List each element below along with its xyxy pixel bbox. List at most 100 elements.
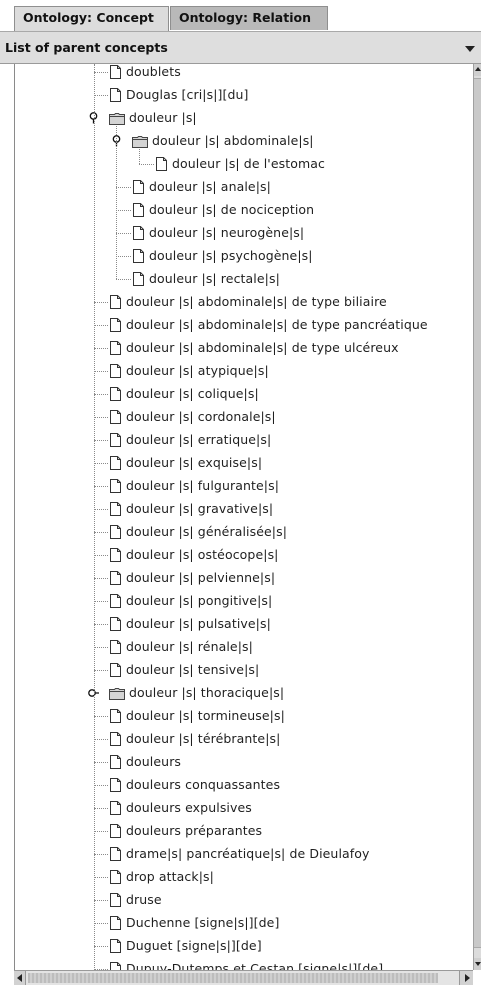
tree-row[interactable]: drop attack|s|	[15, 866, 470, 889]
tree-item-label[interactable]: douleur |s| colique|s|	[126, 386, 259, 401]
tree-row[interactable]: douleur |s| pelvienne|s|	[15, 567, 470, 590]
tree-item-label[interactable]: douleur |s| psychogène|s|	[149, 248, 313, 263]
tree-item-label[interactable]: douleur |s| généralisée|s|	[126, 524, 287, 539]
tree-item-label[interactable]: douleurs conquassantes	[126, 777, 280, 792]
tree-item-label[interactable]: douleurs préparantes	[126, 823, 262, 838]
document-icon	[133, 272, 144, 286]
parent-concepts-header[interactable]: List of parent concepts	[0, 31, 481, 64]
tree-row[interactable]: douleur |s| abdominale|s|	[15, 130, 470, 153]
tree-connector	[116, 256, 131, 257]
scroll-left-button[interactable]	[14, 971, 26, 985]
horizontal-scroll-thumb[interactable]	[28, 973, 438, 983]
tree-row[interactable]: douleur |s| erratique|s|	[15, 429, 470, 452]
tree-row[interactable]: douleur |s| atypique|s|	[15, 360, 470, 383]
tree-row[interactable]: Duguet [signe|s|][de]	[15, 935, 470, 958]
scroll-down-button[interactable]	[474, 958, 481, 970]
tree-item-label[interactable]: douleur |s| cordonale|s|	[126, 409, 276, 424]
tree-item-label[interactable]: douleur |s|	[129, 110, 197, 125]
tree-row[interactable]: douleur |s|	[15, 107, 470, 130]
tree-item-label[interactable]: Douglas [cri|s|][du]	[126, 87, 249, 102]
tree-row[interactable]: douleur |s| pulsative|s|	[15, 613, 470, 636]
tree-row[interactable]: douleur |s| thoracique|s|	[15, 682, 470, 705]
tree-item-label[interactable]: douleur |s| térébrante|s|	[126, 731, 280, 746]
horizontal-scrollbar[interactable]	[14, 970, 473, 985]
tree-row[interactable]: douleur |s| abdominale|s| de type pancré…	[15, 314, 470, 337]
tree-row[interactable]: Duchenne [signe|s|][de]	[15, 912, 470, 935]
tree-item-label[interactable]: douleur |s| abdominale|s| de type biliai…	[126, 294, 387, 309]
tree-row[interactable]: drame|s| pancréatique|s| de Dieulafoy	[15, 843, 470, 866]
tree-item-label[interactable]: douleur |s| pelvienne|s|	[126, 570, 275, 585]
tree-item-label[interactable]: douleur |s| gravative|s|	[126, 501, 273, 516]
tree-connector	[94, 555, 108, 556]
tree-item-label[interactable]: douleur |s| pongitive|s|	[126, 593, 272, 608]
tree-row[interactable]: douleur |s| fulgurante|s|	[15, 475, 470, 498]
tree-item-label[interactable]: douleurs expulsives	[126, 800, 252, 815]
tab-ontology-concept[interactable]: Ontology: Concept	[14, 6, 169, 31]
tree-row[interactable]: douleur |s| ostéocope|s|	[15, 544, 470, 567]
vertical-scrollbar[interactable]	[473, 64, 481, 970]
tree-item-label[interactable]: douleur |s| atypique|s|	[126, 363, 269, 378]
tree-row[interactable]: douleur |s| neurogène|s|	[15, 222, 470, 245]
tree-row[interactable]: douleur |s| généralisée|s|	[15, 521, 470, 544]
tree-row[interactable]: douleur |s| cordonale|s|	[15, 406, 470, 429]
tree-item-label[interactable]: Duchenne [signe|s|][de]	[126, 915, 279, 930]
tree-row[interactable]: douleurs conquassantes	[15, 774, 470, 797]
tree-row[interactable]: douleur |s| tensive|s|	[15, 659, 470, 682]
tree-item-label[interactable]: douleur |s| rectale|s|	[149, 271, 280, 286]
tree-row[interactable]: Douglas [cri|s|][du]	[15, 84, 470, 107]
tree-item-label[interactable]: douleur |s| tensive|s|	[126, 662, 259, 677]
tree-item-label[interactable]: douleur |s| de l'estomac	[172, 156, 325, 171]
tree-item-label[interactable]: doublets	[126, 64, 181, 79]
tab-ontology-relation[interactable]: Ontology: Relation	[170, 6, 328, 30]
tree-item-label[interactable]: douleur |s| abdominale|s| de type pancré…	[126, 317, 428, 332]
tree-item-label[interactable]: drop attack|s|	[126, 869, 214, 884]
tree-row[interactable]: douleurs préparantes	[15, 820, 470, 843]
tree-item-label[interactable]: douleur |s| de nociception	[149, 202, 314, 217]
tree-row[interactable]: douleur |s| abdominale|s| de type ulcére…	[15, 337, 470, 360]
tree-row[interactable]: douleur |s| rénale|s|	[15, 636, 470, 659]
tree-connector	[94, 854, 108, 855]
tree-item-label[interactable]: douleur |s| tormineuse|s|	[126, 708, 285, 723]
tree-item-label[interactable]: douleurs	[126, 754, 181, 769]
tree-item-label[interactable]: douleur |s| fulgurante|s|	[126, 478, 279, 493]
tree-row[interactable]: douleur |s| colique|s|	[15, 383, 470, 406]
tree-item-label[interactable]: douleur |s| exquise|s|	[126, 455, 262, 470]
tree-item-label[interactable]: douleur |s| rénale|s|	[126, 639, 253, 654]
tree-row[interactable]: douleur |s| abdominale|s| de type biliai…	[15, 291, 470, 314]
tree-row[interactable]: douleur |s| rectale|s|	[15, 268, 470, 291]
tree-row[interactable]: douleur |s| psychogène|s|	[15, 245, 470, 268]
tree-connector	[94, 716, 108, 717]
tree-item-label[interactable]: druse	[126, 892, 162, 907]
tree-connector	[94, 923, 108, 924]
scroll-up-button[interactable]	[474, 64, 481, 76]
tree-row[interactable]: douleur |s| gravative|s|	[15, 498, 470, 521]
scroll-right-button[interactable]	[459, 971, 473, 985]
tree-item-label[interactable]: douleur |s| erratique|s|	[126, 432, 271, 447]
tree-item-label[interactable]: douleur |s| abdominale|s| de type ulcére…	[126, 340, 399, 355]
tree-row[interactable]: douleur |s| anale|s|	[15, 176, 470, 199]
tree-row[interactable]: douleur |s| de nociception	[15, 199, 470, 222]
tree-row[interactable]: Dupuy-Dutemps et Cestan [signe|s|][de]	[15, 958, 470, 970]
tree-row[interactable]: druse	[15, 889, 470, 912]
tree-item-label[interactable]: douleur |s| neurogène|s|	[149, 225, 304, 240]
tree-item-label[interactable]: Dupuy-Dutemps et Cestan [signe|s|][de]	[126, 961, 383, 970]
tree-row[interactable]: douleur |s| térébrante|s|	[15, 728, 470, 751]
tree-item-label[interactable]: drame|s| pancréatique|s| de Dieulafoy	[126, 846, 370, 861]
tree-item-label[interactable]: douleur |s| thoracique|s|	[129, 685, 284, 700]
vertical-scroll-thumb[interactable]	[474, 78, 481, 948]
tree-row[interactable]: douleur |s| exquise|s|	[15, 452, 470, 475]
tree-row[interactable]: douleur |s| tormineuse|s|	[15, 705, 470, 728]
tree-item-label[interactable]: Duguet [signe|s|][de]	[126, 938, 262, 953]
tree-item-label[interactable]: douleur |s| pulsative|s|	[126, 616, 271, 631]
tree-item-label[interactable]: douleur |s| anale|s|	[149, 179, 271, 194]
tree-row[interactable]: douleur |s| pongitive|s|	[15, 590, 470, 613]
tree-row[interactable]: douleurs	[15, 751, 470, 774]
tree-row[interactable]: douleurs expulsives	[15, 797, 470, 820]
tree-item-label[interactable]: douleur |s| abdominale|s|	[152, 133, 314, 148]
tree-item-label[interactable]: douleur |s| ostéocope|s|	[126, 547, 279, 562]
dropdown-arrow-icon[interactable]	[465, 46, 475, 52]
tree-connector	[94, 578, 108, 579]
document-icon	[110, 847, 121, 861]
tree-row[interactable]: douleur |s| de l'estomac	[15, 153, 470, 176]
tree-row[interactable]: doublets	[15, 64, 470, 84]
